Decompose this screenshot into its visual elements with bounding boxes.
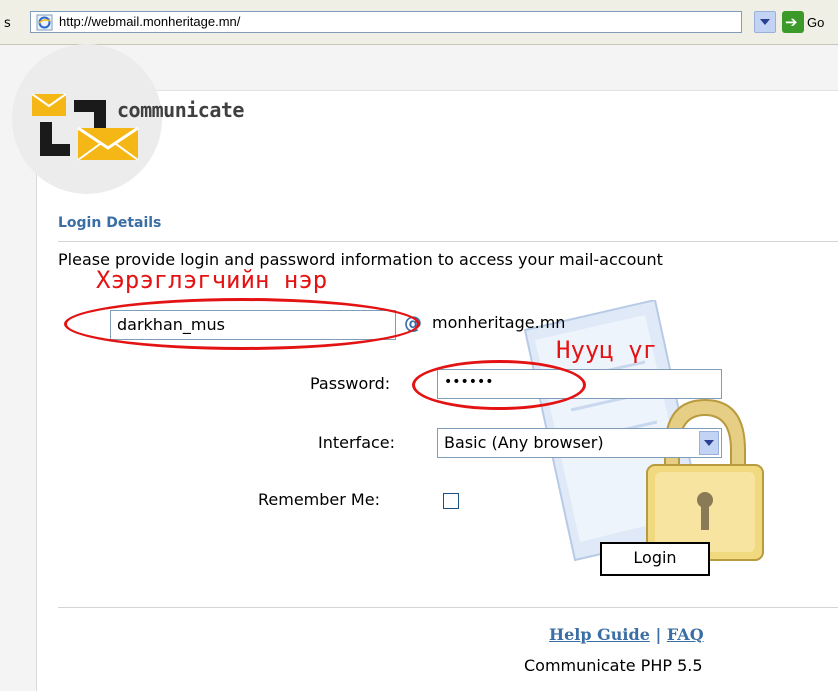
mail-domain: monheritage.mn (432, 313, 566, 332)
interface-selected-value: Basic (Any browser) (444, 433, 604, 452)
browser-address-bar: s http://webmail.monheritage.mn/ ➔ Go (0, 0, 838, 45)
go-button[interactable]: ➔ (782, 11, 804, 33)
url-input[interactable]: http://webmail.monheritage.mn/ (30, 11, 742, 33)
remember-me-label: Remember Me: (258, 490, 380, 509)
faq-link[interactable]: FAQ (667, 625, 704, 644)
address-bar-edge-text: s (4, 16, 11, 31)
login-button[interactable]: Login (600, 542, 710, 576)
help-guide-link[interactable]: Help Guide (549, 625, 650, 644)
annotation-password-label: Нууц үг (556, 336, 658, 364)
section-title: Login Details (58, 215, 162, 231)
url-text: http://webmail.monheritage.mn/ (59, 14, 241, 29)
brand-name: communicate (117, 98, 244, 122)
link-separator: | (655, 625, 662, 644)
ie-page-icon (36, 14, 53, 31)
footer-divider (58, 607, 838, 608)
annotation-password-oval (412, 360, 586, 410)
interface-select[interactable]: Basic (Any browser) (437, 428, 722, 458)
annotation-username-label: Хэрэглэгчийн нэр (96, 266, 328, 294)
annotation-username-oval (64, 298, 420, 350)
password-label: Password: (310, 374, 391, 393)
address-dropdown-button[interactable] (754, 11, 776, 33)
chevron-down-icon[interactable] (699, 431, 719, 455)
interface-label: Interface: (318, 433, 396, 452)
footer-links: Help Guide | FAQ (549, 625, 704, 644)
go-label[interactable]: Go (807, 15, 824, 30)
go-arrow-icon: ➔ (785, 13, 798, 31)
version-text: Communicate PHP 5.5 (524, 656, 703, 675)
remember-me-checkbox[interactable] (443, 493, 459, 509)
section-divider (58, 241, 838, 242)
